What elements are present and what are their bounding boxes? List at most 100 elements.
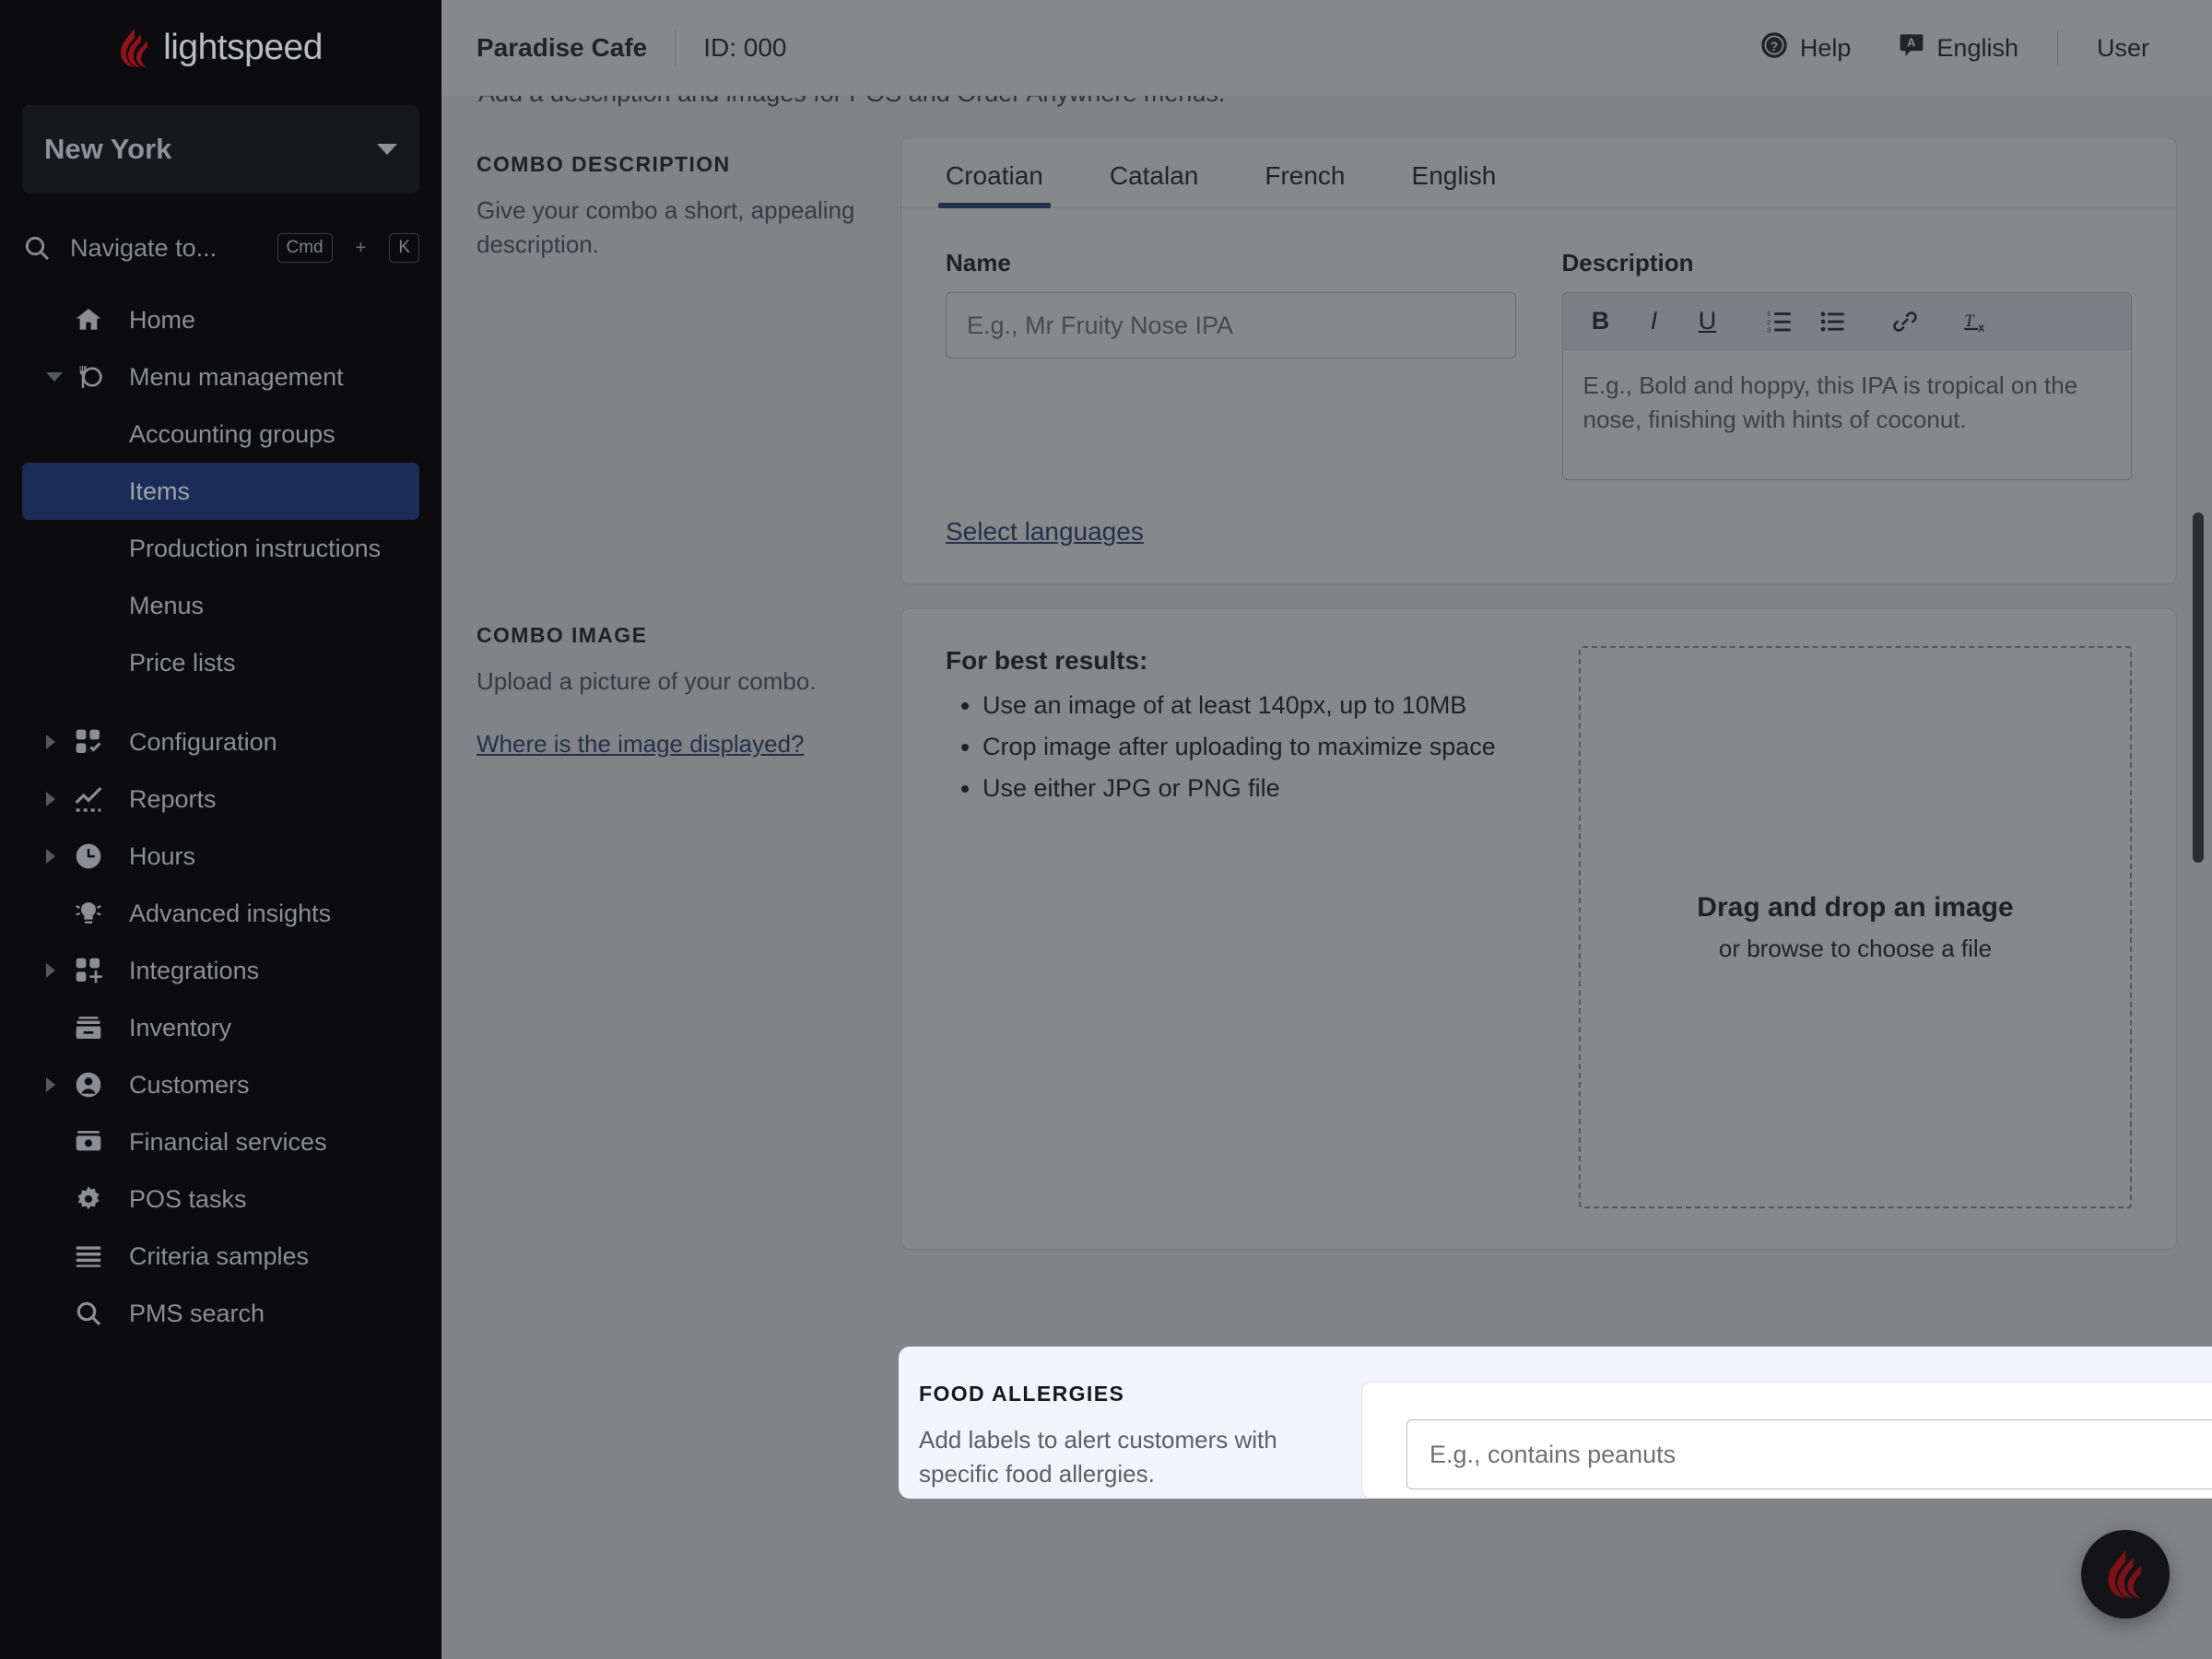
sidebar-item-label: Home: [129, 305, 196, 334]
gear-icon: [74, 1184, 112, 1214]
lightspeed-flame-icon: [121, 29, 148, 67]
configuration-icon: [74, 727, 112, 757]
image-dropzone[interactable]: Drag and drop an image or browse to choo…: [1579, 646, 2132, 1208]
sidebar-item-financial-services[interactable]: Financial services: [22, 1113, 419, 1171]
tab-croatian[interactable]: Croatian: [938, 161, 1051, 208]
svg-text:2: 2: [1767, 317, 1771, 325]
sidebar-subitem-label: Accounting groups: [129, 419, 335, 448]
kbd-k: K: [389, 233, 419, 263]
combo-name-input[interactable]: [946, 292, 1516, 359]
language-label: English: [1936, 33, 2018, 62]
dropzone-title: Drag and drop an image: [1697, 891, 2014, 923]
sidebar-item-inventory[interactable]: Inventory: [22, 999, 419, 1056]
chevron-right-icon: [46, 792, 55, 806]
sidebar-item-advanced-insights[interactable]: Advanced insights: [22, 885, 419, 942]
clear-formatting-icon[interactable]: T x: [1954, 300, 2000, 343]
description-placeholder-text[interactable]: E.g., Bold and hoppy, this IPA is tropic…: [1563, 350, 2132, 479]
chevron-right-icon: [46, 1077, 55, 1092]
tab-label: English: [1411, 161, 1497, 190]
sidebar-item-hours[interactable]: Hours: [22, 828, 419, 885]
reports-icon: [74, 784, 112, 814]
lightspeed-assistant-button[interactable]: [2081, 1530, 2170, 1618]
editor-toolbar: B I U 1 2 3 T x: [1562, 293, 2131, 350]
bold-icon[interactable]: B: [1578, 300, 1624, 343]
sidebar-item-price-lists[interactable]: Price lists: [22, 634, 419, 691]
lightbulb-icon: [74, 899, 112, 928]
list-lines-icon: [74, 1241, 112, 1271]
where-is-image-displayed-link[interactable]: Where is the image displayed?: [477, 730, 805, 759]
page-intro-text: Add a description and images for POS and…: [477, 96, 2177, 113]
integrations-icon: [74, 956, 112, 985]
lightspeed-flame-icon: [2108, 1550, 2142, 1598]
brand-name: lightspeed: [163, 28, 323, 67]
sidebar-item-accounting-groups[interactable]: Accounting groups: [22, 406, 419, 463]
sidebar-item-pms-search[interactable]: PMS search: [22, 1285, 419, 1342]
combo-description-left: COMBO DESCRIPTION Give your combo a shor…: [477, 137, 900, 584]
kbd-plus: +: [355, 237, 367, 258]
sidebar-item-label: Financial services: [129, 1127, 327, 1156]
sidebar-item-menu-management[interactable]: Menu management: [22, 348, 419, 406]
underline-icon[interactable]: U: [1685, 300, 1731, 343]
svg-text:1: 1: [1767, 310, 1771, 318]
divider: [2056, 30, 2058, 65]
sidebar-item-reports[interactable]: Reports: [22, 771, 419, 828]
sidebar-item-label: POS tasks: [129, 1184, 247, 1213]
sidebar-item-customers[interactable]: Customers: [22, 1056, 419, 1113]
dropzone-subtitle: or browse to choose a file: [1718, 934, 1993, 962]
tab-english[interactable]: English: [1412, 161, 1497, 207]
sidebar-item-criteria-samples[interactable]: Criteria samples: [22, 1228, 419, 1285]
sidebar-item-integrations[interactable]: Integrations: [22, 942, 419, 999]
combo-image-card-body: For best results: Use an image of at lea…: [901, 609, 2176, 1249]
food-allergies-select[interactable]: E.g., contains peanuts: [1406, 1419, 2212, 1489]
sidebar-item-production-instructions[interactable]: Production instructions: [22, 520, 419, 577]
tab-label: French: [1265, 161, 1346, 190]
sidebar-subitem-label: Items: [129, 477, 191, 505]
list-item: Use either JPG or PNG file: [982, 770, 1542, 807]
sidebar: lightspeed New York Navigate to... Cmd +…: [0, 0, 441, 1659]
search-icon: [74, 1299, 112, 1328]
sidebar-item-menus[interactable]: Menus: [22, 577, 419, 634]
chevron-right-icon: [46, 849, 55, 864]
sidebar-item-items[interactable]: Items: [22, 463, 419, 520]
vertical-scrollbar[interactable]: [2193, 512, 2204, 863]
tab-french[interactable]: French: [1265, 161, 1345, 207]
food-allergies-section: FOOD ALLERGIES Add labels to alert custo…: [899, 1347, 2212, 1499]
tips-title: For best results:: [946, 646, 1148, 675]
venue-id: ID: 000: [703, 33, 787, 62]
svg-text:T: T: [1964, 312, 1975, 331]
divider: [675, 30, 677, 65]
app-root: lightspeed New York Navigate to... Cmd +…: [0, 0, 2212, 1659]
location-label: New York: [44, 133, 172, 165]
tab-panel-croatian: Name Description B I U: [901, 208, 2176, 517]
combo-description-section: COMBO DESCRIPTION Give your combo a shor…: [477, 113, 2177, 584]
user-button[interactable]: User: [2073, 34, 2173, 63]
select-languages-link[interactable]: Select languages: [901, 517, 1188, 583]
tab-label: Croatian: [946, 161, 1043, 190]
sidebar-item-home[interactable]: Home: [22, 291, 419, 348]
numbered-list-icon[interactable]: 1 2 3: [1757, 300, 1803, 343]
user-label: User: [2096, 33, 2149, 62]
chevron-down-icon: [46, 372, 63, 382]
italic-icon[interactable]: I: [1631, 300, 1677, 343]
svg-text:3: 3: [1767, 325, 1771, 334]
bullet-list-icon[interactable]: [1810, 300, 1856, 343]
topbar-actions: ? Help A English User: [1736, 30, 2173, 65]
tab-label: Catalan: [1109, 161, 1199, 190]
food-allergies-left: FOOD ALLERGIES Add labels to alert custo…: [919, 1382, 1343, 1499]
search-placeholder: Navigate to...: [70, 233, 218, 262]
language-tabs: Croatian Catalan French English: [901, 138, 2176, 208]
sidebar-item-configuration[interactable]: Configuration: [22, 713, 419, 771]
combo-image-section: COMBO IMAGE Upload a picture of your com…: [477, 584, 2177, 1250]
sidebar-item-pos-tasks[interactable]: POS tasks: [22, 1171, 419, 1228]
brand-logo[interactable]: lightspeed: [0, 0, 441, 96]
location-selector[interactable]: New York: [22, 105, 419, 194]
help-button[interactable]: ? Help: [1736, 31, 1876, 65]
link-icon[interactable]: [1882, 300, 1928, 343]
main-area: Paradise Cafe ID: 000 ? Help A English U…: [441, 0, 2212, 1659]
tab-catalan[interactable]: Catalan: [1110, 161, 1199, 207]
language-button[interactable]: A English: [1875, 32, 2042, 65]
navigate-search[interactable]: Navigate to... Cmd + K: [22, 219, 419, 276]
svg-text:?: ?: [1771, 39, 1778, 53]
sidebar-item-label: Inventory: [129, 1013, 232, 1041]
